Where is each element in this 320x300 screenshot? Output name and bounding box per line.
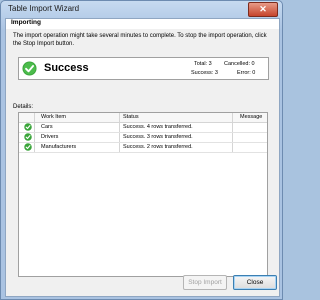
work-item-cell: Cars bbox=[41, 124, 53, 130]
success-check-icon bbox=[24, 133, 32, 141]
window-close-button[interactable]: ✕ bbox=[248, 2, 278, 17]
column-header-message[interactable]: Message bbox=[240, 114, 262, 120]
status-cell: Success. 2 rows transferred. bbox=[123, 144, 193, 150]
import-description: The import operation might take several … bbox=[13, 33, 267, 47]
table-row[interactable]: Manufacturers Success. 2 rows transferre… bbox=[19, 143, 267, 153]
success-check-icon bbox=[24, 123, 32, 131]
window-title: Table Import Wizard bbox=[8, 4, 80, 13]
table-row[interactable]: Cars Success. 4 rows transferred. bbox=[19, 123, 267, 133]
status-summary-box: Success Total: 3 Cancelled: 0 Success: 3… bbox=[18, 57, 269, 80]
details-label: Details: bbox=[13, 104, 34, 110]
status-cell: Success. 3 rows transferred. bbox=[123, 134, 193, 140]
table-import-wizard-window: Table Import Wizard ✕ Importing The impo… bbox=[0, 0, 283, 300]
total-count: Total: 3 bbox=[194, 61, 212, 67]
table-header: Work Item Status Message bbox=[19, 113, 267, 123]
table-row[interactable]: Drivers Success. 3 rows transferred. bbox=[19, 133, 267, 143]
wizard-client-area: Importing The import operation might tak… bbox=[5, 18, 280, 297]
header-band: Importing bbox=[6, 19, 279, 29]
status-text: Success bbox=[44, 62, 89, 74]
column-header-work-item[interactable]: Work Item bbox=[41, 114, 66, 120]
page-title: Importing bbox=[11, 19, 41, 26]
stop-import-button[interactable]: Stop Import bbox=[183, 275, 227, 290]
success-count: Success: 3 bbox=[191, 70, 218, 76]
close-button[interactable]: Close bbox=[233, 275, 277, 290]
success-check-icon bbox=[22, 61, 37, 76]
cancelled-count: Cancelled: 0 bbox=[224, 61, 255, 67]
error-count: Error: 0 bbox=[237, 70, 256, 76]
details-table[interactable]: Work Item Status Message Cars Success. 4… bbox=[18, 112, 268, 277]
status-cell: Success. 4 rows transferred. bbox=[123, 124, 193, 130]
work-item-cell: Drivers bbox=[41, 134, 59, 140]
column-header-status[interactable]: Status bbox=[123, 114, 139, 120]
title-bar[interactable]: Table Import Wizard ✕ bbox=[1, 1, 282, 18]
work-item-cell: Manufacturers bbox=[41, 144, 77, 150]
success-check-icon bbox=[24, 143, 32, 151]
